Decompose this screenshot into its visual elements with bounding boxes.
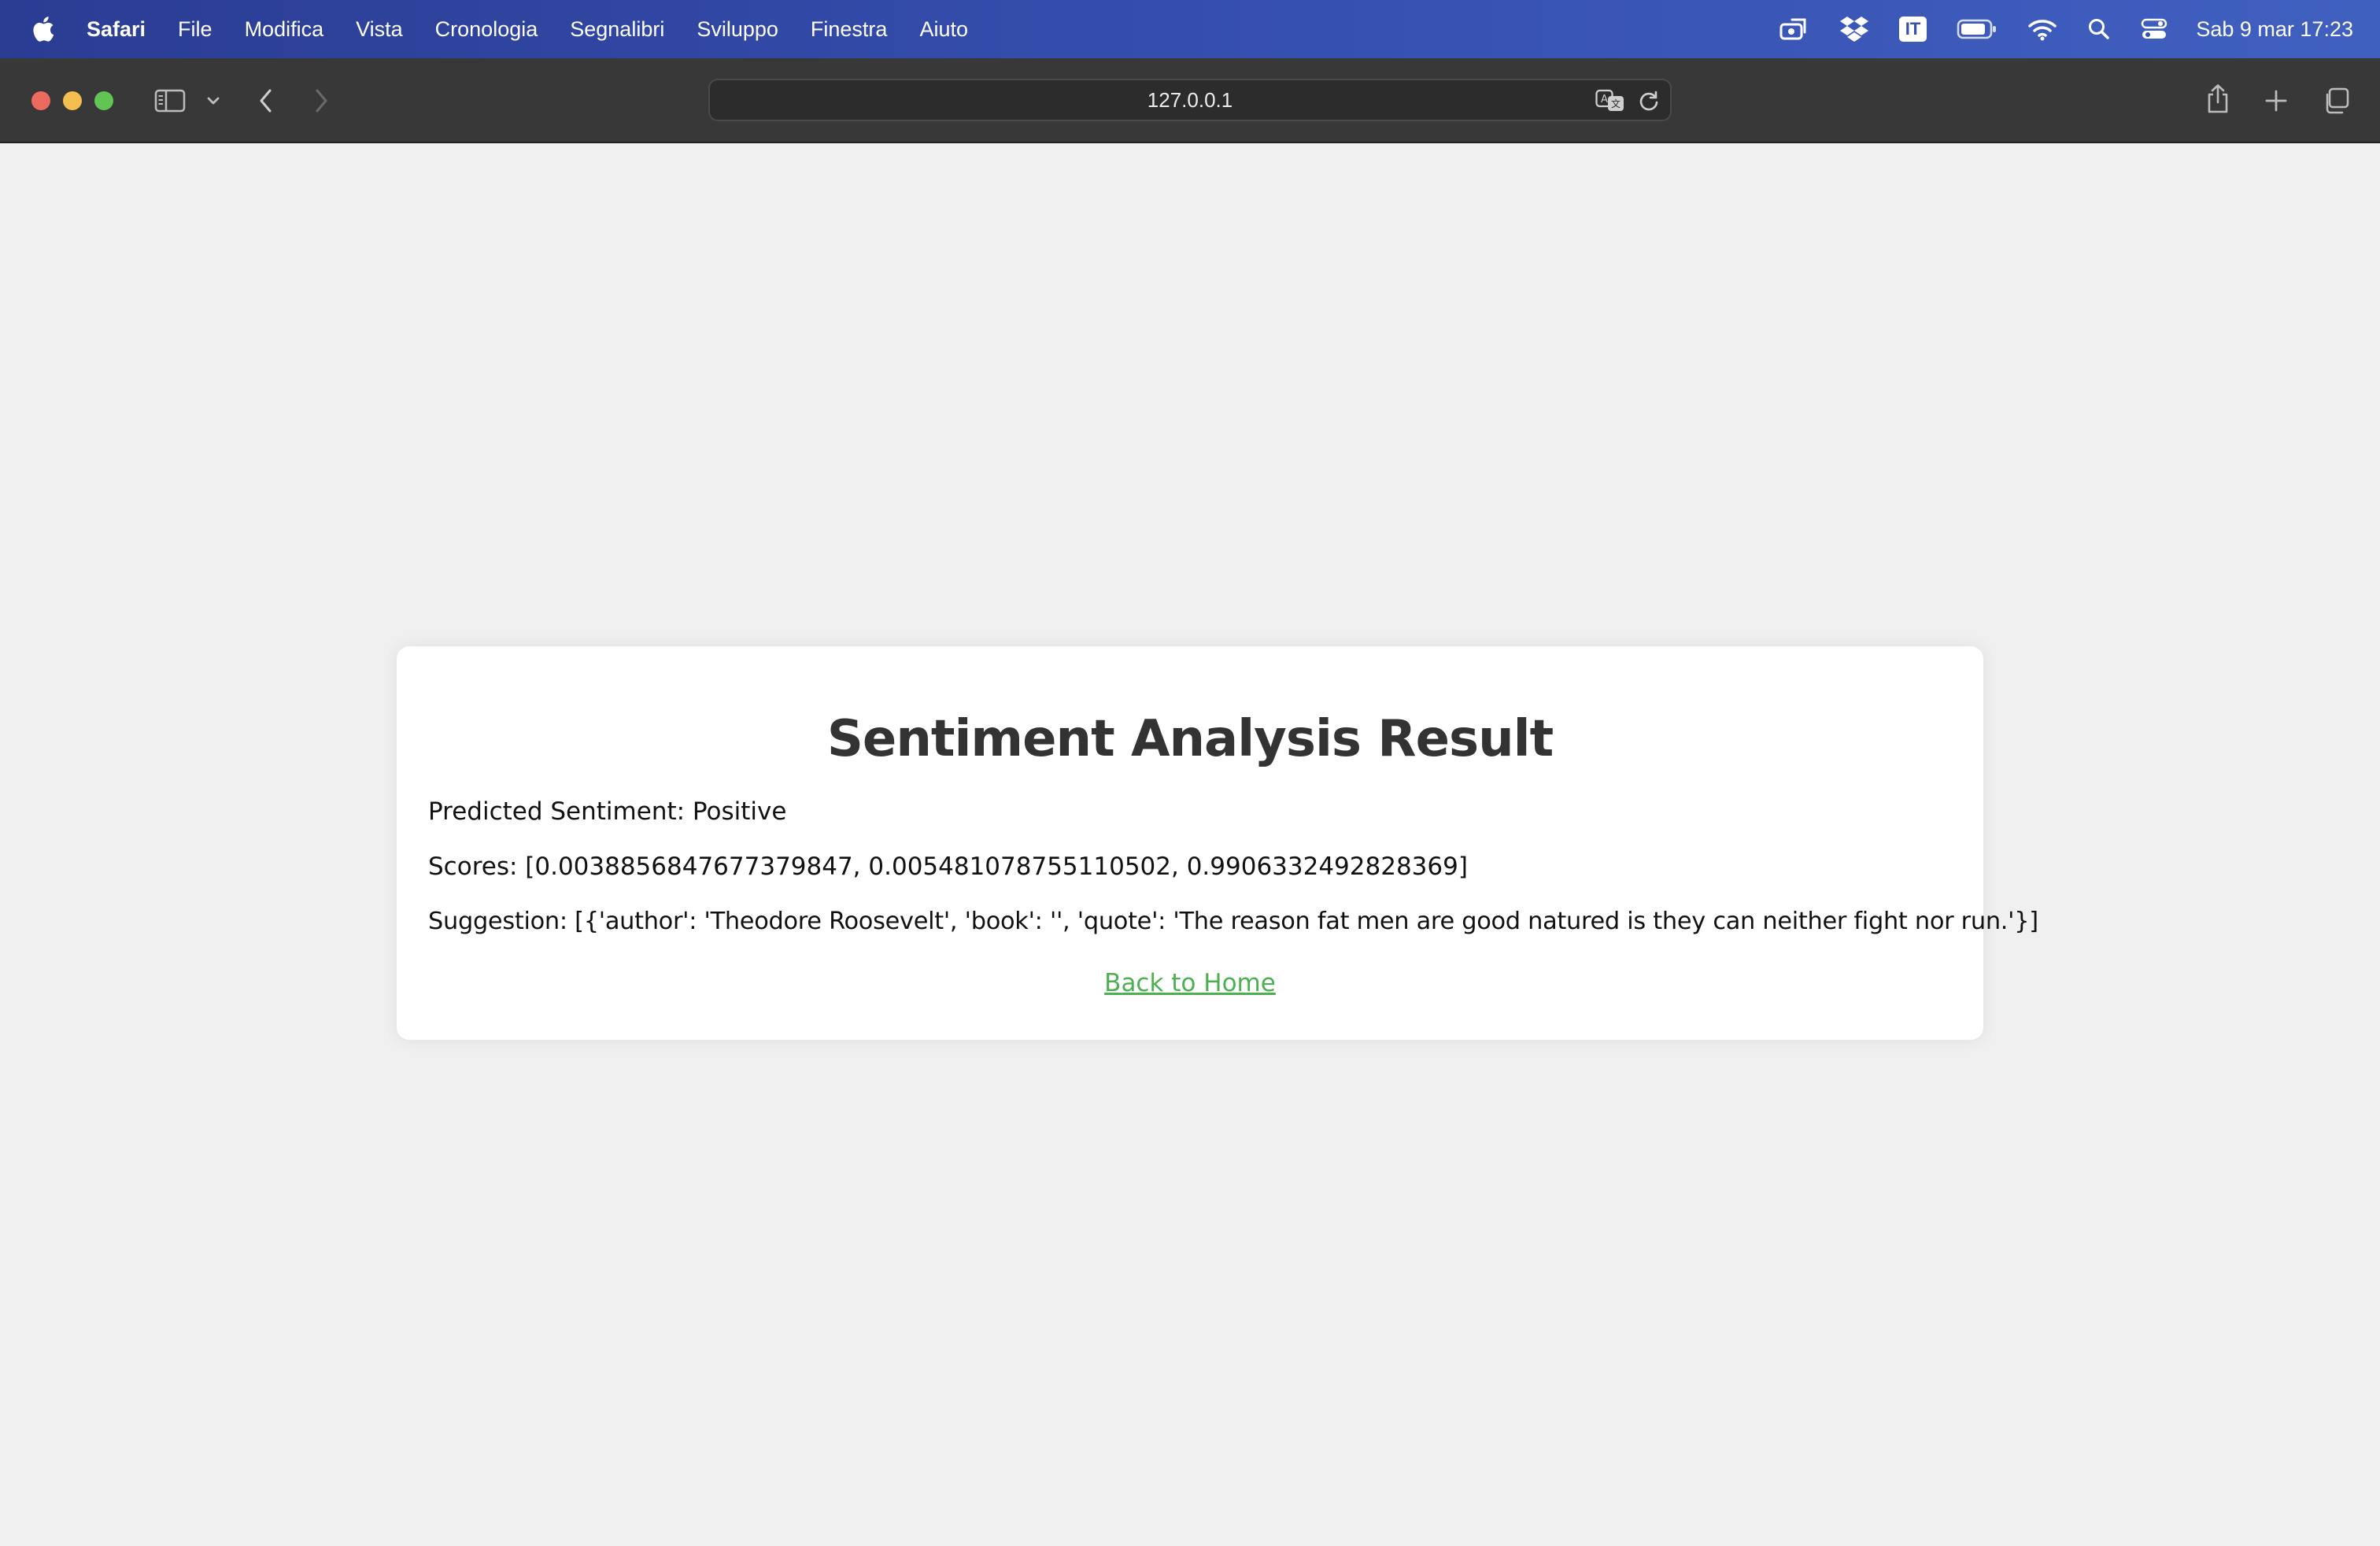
share-icon[interactable] — [2202, 80, 2234, 118]
menu-aiuto[interactable]: Aiuto — [919, 17, 968, 42]
menu-segnalibri[interactable]: Segnalibri — [570, 17, 664, 42]
menubar-clock[interactable]: Sab 9 mar 17:23 — [2196, 17, 2353, 42]
tab-overview-icon[interactable] — [2320, 85, 2352, 117]
control-center-icon[interactable] — [2141, 17, 2168, 41]
scores-text: Scores: [0.0038856847677379847, 0.005481… — [428, 853, 1468, 881]
forward-icon[interactable] — [309, 85, 334, 117]
translate-icon[interactable]: A 文 — [1595, 88, 1626, 113]
battery-icon[interactable] — [1957, 18, 1998, 40]
menu-sviluppo[interactable]: Sviluppo — [697, 17, 778, 42]
menu-modifica[interactable]: Modifica — [245, 17, 324, 42]
reload-icon[interactable] — [1635, 88, 1662, 113]
result-card: Sentiment Analysis Result Predicted Sent… — [397, 646, 2038, 1040]
sidebar-icon[interactable] — [153, 87, 187, 115]
safari-toolbar: 127.0.0.1 A 文 — [0, 58, 2380, 143]
window-close-button[interactable] — [31, 91, 50, 110]
menu-file[interactable]: File — [178, 17, 213, 42]
spotlight-search-icon[interactable] — [2087, 17, 2111, 41]
menu-app-safari[interactable]: Safari — [87, 17, 146, 42]
menu-cronologia[interactable]: Cronologia — [435, 17, 538, 42]
back-icon[interactable] — [253, 85, 279, 117]
input-source-label: IT — [1898, 17, 1927, 42]
menu-vista[interactable]: Vista — [356, 17, 403, 42]
url-text: 127.0.0.1 — [1147, 87, 1233, 112]
menubar-status-area: IT Sab 9 mar 17:23 — [1748, 0, 2353, 58]
chevron-down-icon[interactable] — [203, 88, 224, 113]
stage-manager-icon[interactable] — [1778, 15, 1809, 43]
macos-menu-bar: Safari File Modifica Vista Cronologia Se… — [0, 0, 2380, 58]
back-to-home-link[interactable]: Back to Home — [428, 967, 1952, 999]
window-minimize-button[interactable] — [63, 91, 82, 110]
new-tab-icon[interactable] — [2260, 85, 2292, 117]
wifi-icon[interactable] — [2027, 17, 2057, 41]
suggestion-text: Suggestion: [{'author': 'Theodore Roosev… — [428, 908, 2038, 935]
page-title: Sentiment Analysis Result — [826, 710, 1554, 768]
input-source-icon[interactable]: IT — [1898, 17, 1927, 42]
menu-finestra[interactable]: Finestra — [811, 17, 888, 42]
window-zoom-button[interactable] — [94, 91, 113, 110]
apple-logo-icon[interactable] — [30, 15, 55, 43]
svg-text:文: 文 — [1611, 98, 1621, 109]
web-page-viewport: Sentiment Analysis Result Predicted Sent… — [0, 143, 2380, 1546]
svg-text:A: A — [1601, 94, 1608, 105]
dropbox-icon[interactable] — [1839, 15, 1869, 43]
predicted-sentiment-text: Predicted Sentiment: Positive — [428, 797, 787, 826]
address-bar[interactable]: 127.0.0.1 A 文 — [708, 79, 1672, 121]
